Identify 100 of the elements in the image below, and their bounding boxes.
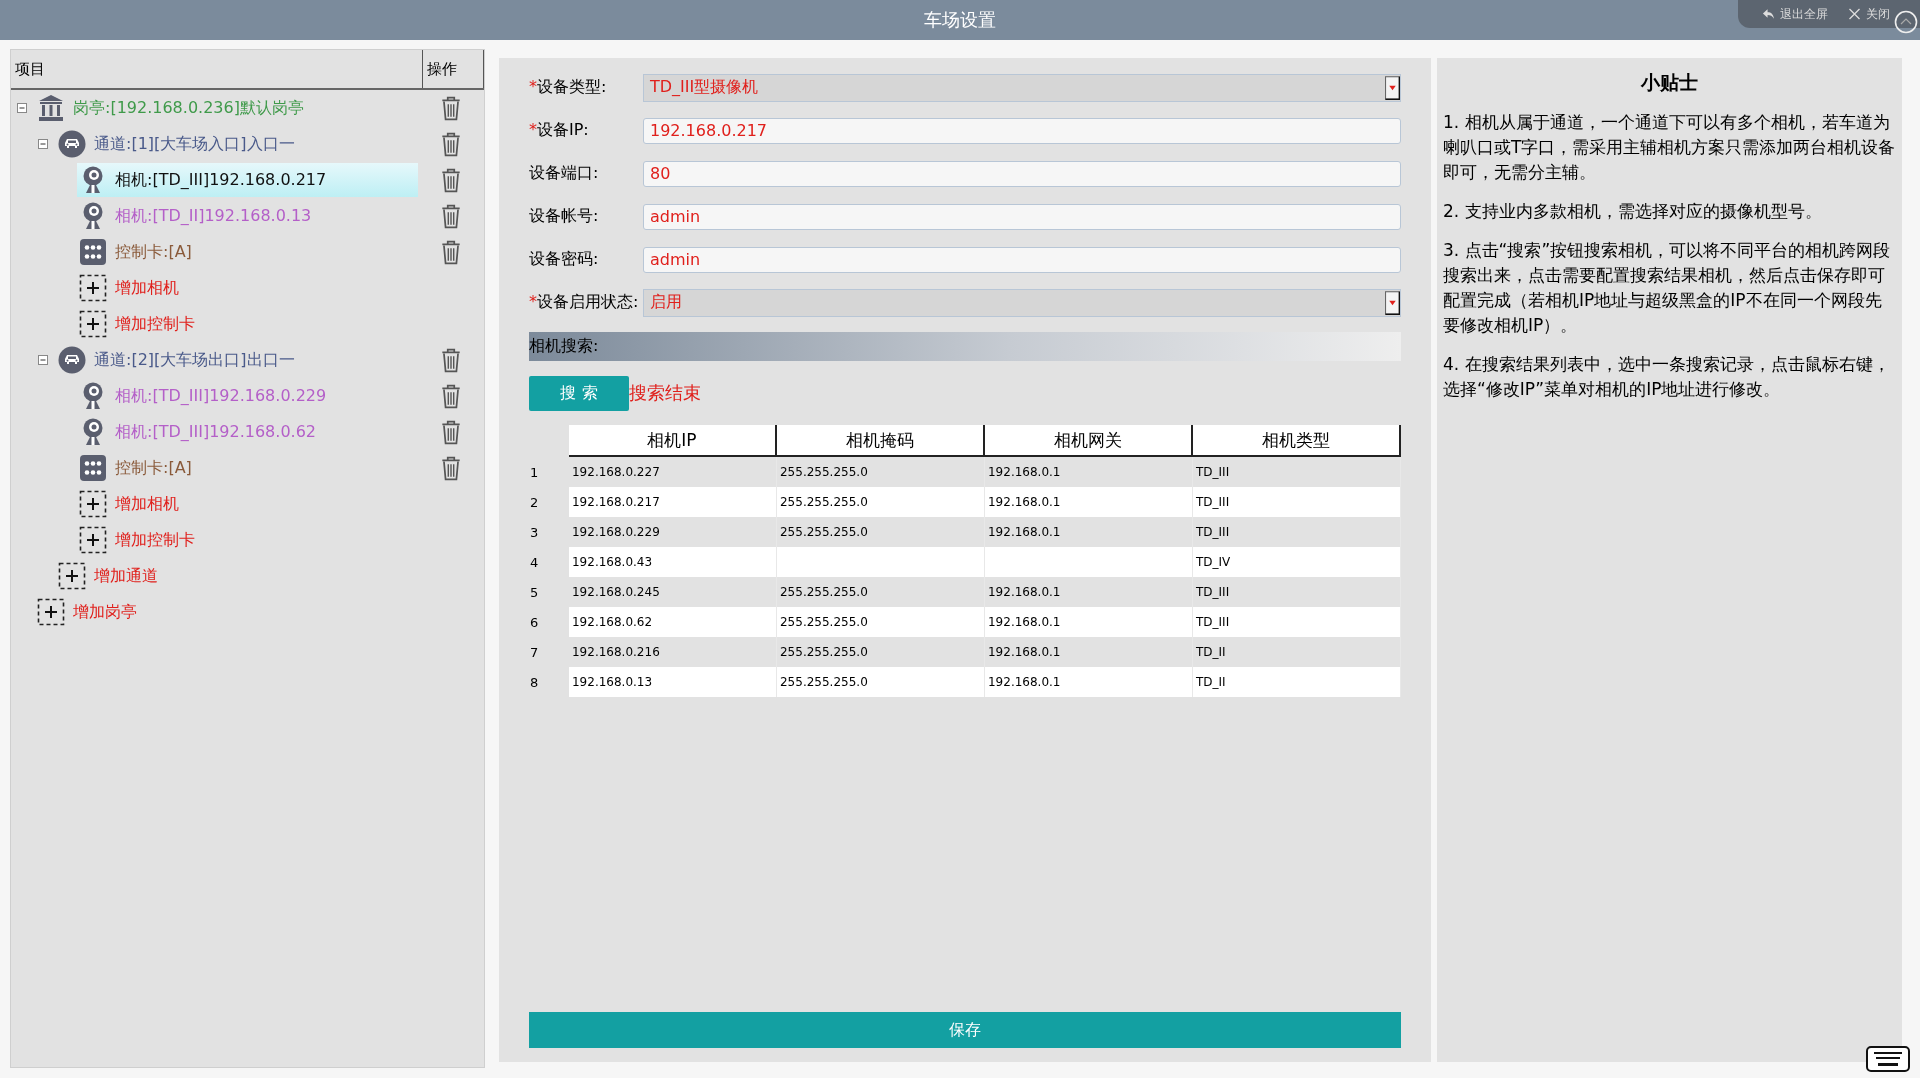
tree-item[interactable]: 通道:[2][大车场出口]出口一 bbox=[56, 343, 418, 377]
field-label: 设备IP: bbox=[537, 120, 589, 139]
table-cell: 192.168.0.1 bbox=[985, 667, 1193, 697]
field-label: 设备端口: bbox=[529, 163, 599, 182]
delete-button[interactable] bbox=[440, 455, 462, 481]
add-icon bbox=[37, 598, 65, 626]
tip-paragraph: 2. 支持业内多款相机，需选择对应的摄像机型号。 bbox=[1443, 200, 1823, 223]
tree-item[interactable]: 增加相机 bbox=[77, 487, 418, 521]
delete-button[interactable] bbox=[440, 383, 462, 409]
car-icon bbox=[58, 130, 86, 158]
add-icon bbox=[79, 310, 107, 338]
tree-item[interactable]: 通道:[1][大车场入口]入口一 bbox=[56, 127, 418, 161]
column-header: 相机掩码 bbox=[777, 425, 985, 457]
tree-item[interactable]: 增加控制卡 bbox=[77, 523, 418, 557]
dropdown-field[interactable]: 启用 bbox=[643, 288, 1401, 317]
input-field[interactable]: 192.168.0.217 bbox=[643, 117, 1401, 144]
table-cell: TD_III bbox=[1193, 607, 1401, 637]
close-button[interactable]: 关闭 bbox=[1840, 5, 1898, 23]
tree-item[interactable]: 相机:[TD_III]192.168.0.217 bbox=[77, 163, 418, 197]
card-icon bbox=[79, 238, 107, 266]
delete-button[interactable] bbox=[440, 131, 462, 157]
tree-item[interactable]: 增加岗亭 bbox=[35, 595, 418, 629]
delete-button[interactable] bbox=[440, 203, 462, 229]
tree-item[interactable]: 控制卡:[A] bbox=[77, 235, 418, 269]
section-header: 相机搜索: bbox=[529, 332, 1401, 361]
row-number: 3 bbox=[529, 524, 540, 540]
delete-button[interactable] bbox=[440, 239, 462, 265]
tree-item[interactable]: 相机:[TD_III]192.168.0.62 bbox=[77, 415, 418, 449]
exit-fullscreen-button[interactable]: 退出全屏 bbox=[1754, 5, 1836, 23]
table-cell: 192.168.0.217 bbox=[569, 487, 777, 517]
table-cell: 255.255.255.0 bbox=[777, 487, 985, 517]
field-label: 设备密码: bbox=[529, 249, 599, 268]
tree-item[interactable]: 增加控制卡 bbox=[77, 307, 418, 341]
column-header: 项目 bbox=[11, 50, 423, 88]
delete-button[interactable] bbox=[440, 167, 462, 193]
add-icon bbox=[79, 274, 107, 302]
input-field[interactable]: 80 bbox=[643, 160, 1401, 187]
tips-title: 小贴士 bbox=[1640, 70, 1699, 95]
trash-icon bbox=[440, 239, 462, 265]
trash-icon bbox=[440, 455, 462, 481]
close-icon bbox=[1848, 8, 1861, 20]
table-cell: 192.168.0.1 bbox=[985, 607, 1193, 637]
field-label: 设备类型: bbox=[537, 77, 607, 96]
table-cell: TD_IV bbox=[1193, 547, 1401, 577]
trash-icon bbox=[440, 419, 462, 445]
add-icon bbox=[79, 490, 107, 518]
row-number: 5 bbox=[529, 584, 540, 600]
collapse-toggle-icon[interactable] bbox=[38, 139, 48, 149]
tip-paragraph: 1. 相机从属于通道，一个通道下可以有多个相机，若车道为喇叭口或T字口，需采用主辅相机方案只需添加两台相机设备即可，无需分主辅。 bbox=[1443, 111, 1896, 184]
row-number: 7 bbox=[529, 644, 540, 660]
trash-icon bbox=[440, 347, 462, 373]
table-cell: 255.255.255.0 bbox=[777, 667, 985, 697]
collapse-toggle-icon[interactable] bbox=[38, 355, 48, 365]
column-header: 相机IP bbox=[569, 425, 777, 457]
add-icon bbox=[79, 526, 107, 554]
trash-icon bbox=[440, 95, 462, 121]
table-cell: TD_II bbox=[1193, 667, 1401, 697]
row-number: 2 bbox=[529, 494, 540, 510]
tree-item[interactable]: 增加通道 bbox=[56, 559, 418, 593]
trash-icon bbox=[440, 167, 462, 193]
save-button[interactable]: 保存 bbox=[529, 1012, 1401, 1048]
column-header: 相机网关 bbox=[985, 425, 1193, 457]
tree-item[interactable]: 增加相机 bbox=[77, 271, 418, 305]
search-status: 搜索结束 bbox=[629, 381, 701, 405]
input-field[interactable]: admin bbox=[643, 203, 1401, 230]
table-cell: 255.255.255.0 bbox=[777, 607, 985, 637]
keyboard-icon[interactable] bbox=[1866, 1046, 1910, 1072]
table-cell: 192.168.0.43 bbox=[569, 547, 777, 577]
table-cell: 192.168.0.13 bbox=[569, 667, 777, 697]
field-label: 设备启用状态: bbox=[537, 292, 639, 311]
delete-button[interactable] bbox=[440, 95, 462, 121]
required-mark: * bbox=[529, 77, 537, 96]
dropdown-arrow-icon bbox=[1385, 289, 1400, 316]
table-cell: 192.168.0.1 bbox=[985, 487, 1193, 517]
tree-item[interactable]: 控制卡:[A] bbox=[77, 451, 418, 485]
back-arrow-icon bbox=[1762, 8, 1775, 20]
tip-paragraph: 4. 在搜索结果列表中，选中一条搜索记录，点击鼠标右键，选择“修改IP”菜单对相机的IP地址进行修改。 bbox=[1443, 353, 1891, 401]
car-icon bbox=[58, 346, 86, 374]
column-header: 相机类型 bbox=[1193, 425, 1401, 457]
table-cell: TD_III bbox=[1193, 487, 1401, 517]
window-title: 车场设置 bbox=[924, 8, 996, 32]
row-number: 1 bbox=[529, 464, 540, 480]
tree-item[interactable]: 相机:[TD_II]192.168.0.13 bbox=[77, 199, 418, 233]
input-field[interactable]: admin bbox=[643, 246, 1401, 273]
dropdown-field[interactable]: TD_III型摄像机 bbox=[643, 73, 1401, 102]
required-mark: * bbox=[529, 292, 537, 311]
tree-item[interactable]: 相机:[TD_III]192.168.0.229 bbox=[77, 379, 418, 413]
row-number: 8 bbox=[529, 674, 540, 690]
delete-button[interactable] bbox=[440, 419, 462, 445]
delete-button[interactable] bbox=[440, 347, 462, 373]
required-mark: * bbox=[529, 120, 537, 139]
collapse-icon[interactable] bbox=[1894, 10, 1918, 34]
building-icon bbox=[37, 94, 65, 122]
tree-item[interactable]: 岗亭:[192.168.0.236]默认岗亭 bbox=[35, 91, 418, 125]
trash-icon bbox=[440, 131, 462, 157]
dropdown-arrow-icon bbox=[1385, 74, 1400, 101]
row-number: 4 bbox=[529, 554, 540, 570]
collapse-toggle-icon[interactable] bbox=[17, 103, 27, 113]
search-button[interactable]: 搜 索 bbox=[529, 375, 629, 411]
add-icon bbox=[58, 562, 86, 590]
